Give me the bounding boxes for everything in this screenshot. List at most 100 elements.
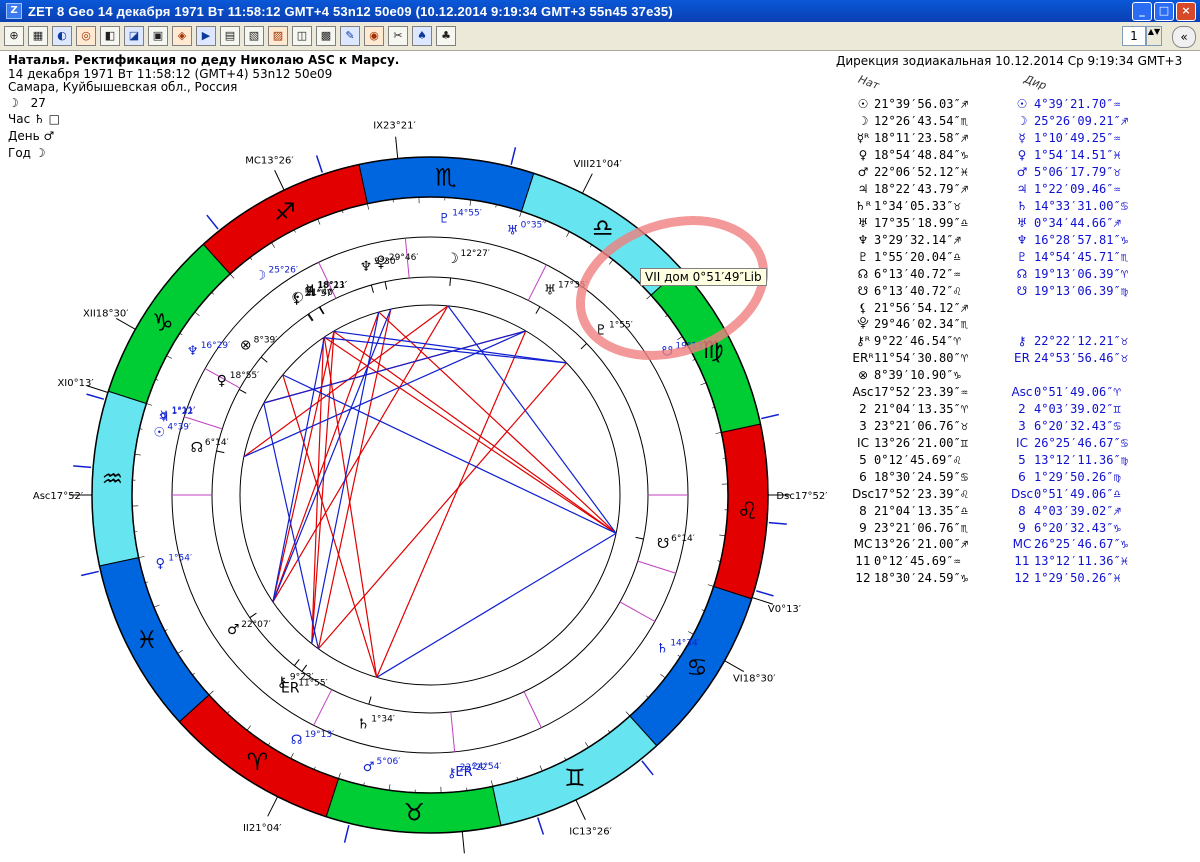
toolbar-button-7-icon[interactable]: ▣ bbox=[148, 26, 168, 46]
directed-planet-venus-icon[interactable]: ♀ bbox=[156, 556, 166, 571]
directed-planet-moon-icon[interactable]: ☽ bbox=[255, 269, 267, 284]
position-row[interactable]: 6 18°30′24.59″♋ 6 1°29′50.26″♍ bbox=[852, 468, 1128, 485]
toolbar-button-15-icon[interactable]: ✎ bbox=[340, 26, 360, 46]
position-row[interactable]: ☋ 6°13′40.72″♌ ☋ 19°13′06.39″♍ bbox=[852, 282, 1128, 299]
natal-planet-label: 22°07′ bbox=[241, 620, 270, 630]
position-row[interactable]: ☊ 6°13′40.72″♒ ☊ 19°13′06.39″♈ bbox=[852, 265, 1128, 282]
directed-planet-sun-icon[interactable]: ☉ bbox=[154, 425, 166, 440]
natal-planet-snode-icon[interactable]: ☋ bbox=[657, 536, 669, 552]
natal-planet-mars-icon[interactable]: ♂ bbox=[227, 622, 240, 638]
house-cusp-line bbox=[724, 660, 745, 672]
position-row[interactable]: ☽ 12°26′43.54″♏ ☽ 25°26′09.21″♐ bbox=[852, 113, 1128, 130]
toolbar-button-10-icon[interactable]: ▤ bbox=[220, 26, 240, 46]
toolbar-button-19-icon[interactable]: ♣ bbox=[436, 26, 456, 46]
toolbar-button-17-icon[interactable]: ✂ bbox=[388, 26, 408, 46]
dir-value: 16°28′57.81″♑ bbox=[1034, 232, 1128, 247]
position-row[interactable]: Asc 17°52′23.39″♒ Asc 0°51′49.06″♈ bbox=[852, 384, 1128, 401]
position-row[interactable]: 2 21°04′13.35″♈ 2 4°03′39.02″♊ bbox=[852, 401, 1128, 418]
position-row[interactable]: Dsc 17°52′23.39″♌ Dsc 0°51′49.06″♎ bbox=[852, 485, 1128, 502]
natal-planet-fortune-icon[interactable]: ⊗ bbox=[240, 338, 252, 354]
dir-value: 1°54′14.51″♓ bbox=[1034, 148, 1121, 163]
natal-planet-uranus-icon[interactable]: ♅ bbox=[544, 282, 557, 298]
toolbar-button-18-icon[interactable]: ♠ bbox=[412, 26, 432, 46]
natal-planet-neptune-icon[interactable]: ♆ bbox=[360, 259, 373, 275]
directed-planet-jupiter-icon[interactable]: ♃ bbox=[158, 410, 170, 425]
dir-symbol: ☋ bbox=[1016, 283, 1028, 298]
toolbar-button-16-icon[interactable]: ◉ bbox=[364, 26, 384, 46]
position-row[interactable]: ♀ 18°54′48.84″♑ ♀ 1°54′14.51″♓ bbox=[852, 147, 1128, 164]
directed-planet-eris-icon[interactable]: ER bbox=[455, 765, 472, 780]
natal-symbol: ♄ᴿ bbox=[854, 198, 871, 213]
dir-value: 1°10′49.25″♒ bbox=[1034, 131, 1121, 146]
natal-planet-saturn-icon[interactable]: ♄ bbox=[357, 716, 370, 732]
zodiac-sign-glyph: ♉ bbox=[403, 799, 425, 827]
position-row[interactable]: ⚷ᴿ 9°22′46.54″♈ ⚷ 22°22′12.21″♉ bbox=[852, 333, 1128, 350]
position-row[interactable]: ♃ 18°22′43.79″♐ ♃ 1°22′09.46″♒ bbox=[852, 181, 1128, 198]
position-row[interactable]: 8 21°04′13.35″♎ 8 4°03′39.02″♐ bbox=[852, 502, 1128, 519]
toolbar-button-6-icon[interactable]: ◪ bbox=[124, 26, 144, 46]
position-row[interactable]: ♅ 17°35′18.99″♎ ♅ 0°34′44.66″♐ bbox=[852, 214, 1128, 231]
natal-symbol: ⯓ bbox=[857, 315, 869, 330]
dir-value: 4°03′39.02″♊ bbox=[1034, 402, 1121, 417]
dir-symbol: MC bbox=[1012, 537, 1032, 552]
position-row[interactable]: ♄ᴿ 1°34′05.33″♉ ♄ 14°33′31.00″♋ bbox=[852, 198, 1128, 215]
position-row[interactable]: ☉ 21°39′56.03″♐ ☉ 4°39′21.70″♒ bbox=[852, 96, 1128, 113]
position-row[interactable]: ♇ 1°55′20.04″♎ ♇ 14°54′45.71″♏ bbox=[852, 248, 1128, 265]
aspect-line-blue bbox=[263, 402, 320, 649]
natal-symbol: ⚸ bbox=[858, 300, 868, 315]
degree-tick bbox=[388, 784, 391, 791]
natal-planet-proserpina-icon[interactable]: ⯓ bbox=[374, 255, 388, 271]
toolbar-button-3-icon[interactable]: ◐ bbox=[52, 26, 72, 46]
toolbar-button-14-icon[interactable]: ▩ bbox=[316, 26, 336, 46]
zodiac-sign-glyph: ♐ bbox=[274, 198, 296, 226]
natal-symbol: ♆ bbox=[857, 232, 869, 247]
natal-planet-venus-icon[interactable]: ♀ bbox=[217, 373, 227, 389]
directed-planet-uranus-icon[interactable]: ♅ bbox=[507, 224, 519, 239]
page-spin-arrows[interactable]: ▲▼ bbox=[1146, 26, 1162, 46]
position-row[interactable]: ⊗ 8°39′10.90″♑ bbox=[852, 367, 1128, 384]
toolbar-button-4-icon[interactable]: ◎ bbox=[76, 26, 96, 46]
natal-planet-lilith-icon[interactable]: ⚸ bbox=[292, 291, 302, 307]
position-row[interactable]: ♆ 3°29′32.14″♐ ♆ 16°28′57.81″♑ bbox=[852, 231, 1128, 248]
directed-planet-neptune-icon[interactable]: ♆ bbox=[187, 344, 199, 359]
position-row[interactable]: MC 13°26′21.00″♐ MC 26°25′46.67″♑ bbox=[852, 536, 1128, 553]
degree-tick bbox=[138, 556, 145, 558]
degree-tick bbox=[134, 453, 141, 456]
toolbar-button-13-icon[interactable]: ◫ bbox=[292, 26, 312, 46]
toolbar: ⊕ ▦ ◐ ◎ ◧ ◪ ▣ ◈ ▶ ▤ ▧ ▨ ◫ ▩ ✎ ◉ ✂ ♠ ♣ bbox=[0, 22, 1200, 51]
toolbar-button-11-icon[interactable]: ▧ bbox=[244, 26, 264, 46]
toolbar-button-8-icon[interactable]: ◈ bbox=[172, 26, 192, 46]
minimize-button[interactable]: _ bbox=[1132, 2, 1152, 21]
toolbar-button-1-icon[interactable]: ⊕ bbox=[4, 26, 24, 46]
toolbar-button-9-icon[interactable]: ▶ bbox=[196, 26, 216, 46]
toolbar-button-2-icon[interactable]: ▦ bbox=[28, 26, 48, 46]
collapse-panel-button[interactable]: « bbox=[1172, 26, 1196, 48]
natal-planet-chiron-icon[interactable]: ⚷ bbox=[277, 674, 287, 690]
directed-planet-mars-icon[interactable]: ♂ bbox=[363, 760, 375, 775]
toolbar-button-5-icon[interactable]: ◧ bbox=[100, 26, 120, 46]
maximize-button[interactable]: □ bbox=[1154, 2, 1174, 21]
position-row[interactable]: IC 13°26′21.00″♊ IC 26°25′46.67″♋ bbox=[852, 434, 1128, 451]
position-row[interactable]: ⚸ 21°56′54.12″♐ bbox=[852, 299, 1128, 316]
natal-planet-nnode-icon[interactable]: ☊ bbox=[191, 440, 203, 456]
toolbar-button-12-icon[interactable]: ▨ bbox=[268, 26, 288, 46]
natal-planet-moon-icon[interactable]: ☽ bbox=[446, 251, 459, 267]
natal-symbol: Dsc bbox=[852, 486, 875, 501]
position-row[interactable]: ♂ 22°06′52.12″♓ ♂ 5°06′17.79″♉ bbox=[852, 164, 1128, 181]
position-row[interactable]: 5 0°12′45.69″♌ 5 13°12′11.36″♍ bbox=[852, 451, 1128, 468]
directed-planet-nnode-icon[interactable]: ☊ bbox=[291, 733, 303, 748]
position-row[interactable]: ☿ᴿ 18°11′23.58″♐ ☿ 1°10′49.25″♒ bbox=[852, 130, 1128, 147]
page-spin-input[interactable]: 1 bbox=[1122, 26, 1146, 46]
position-row[interactable]: 9 23°21′06.76″♏ 9 6°20′32.43″♑ bbox=[852, 519, 1128, 536]
position-row[interactable]: 12 18°30′24.59″♑ 12 1°29′50.26″♓ bbox=[852, 570, 1128, 587]
directed-planet-pluto-icon[interactable]: ♇ bbox=[438, 211, 450, 226]
chart-wheel[interactable]: ♈♉♊♋♌♍♎♏♐♑♒♓Asc17°52′XII18°30′XI0°13′MC1… bbox=[0, 50, 830, 862]
directed-planet-saturn-icon[interactable]: ♄ bbox=[656, 642, 668, 657]
position-row[interactable]: 3 23°21′06.76″♉ 3 6°20′32.43″♋ bbox=[852, 418, 1128, 435]
position-row[interactable]: ERᴿ 11°54′30.80″♈ ER 24°53′56.46″♉ bbox=[852, 350, 1128, 367]
wheel-ring bbox=[131, 196, 729, 794]
close-button[interactable]: × bbox=[1176, 2, 1196, 21]
natal-symbol: 9 bbox=[859, 520, 867, 535]
position-row[interactable]: 11 0°12′45.69″♒ 11 13°12′11.36″♓ bbox=[852, 553, 1128, 570]
position-row[interactable]: ⯓ 29°46′02.34″♏ bbox=[852, 316, 1128, 333]
